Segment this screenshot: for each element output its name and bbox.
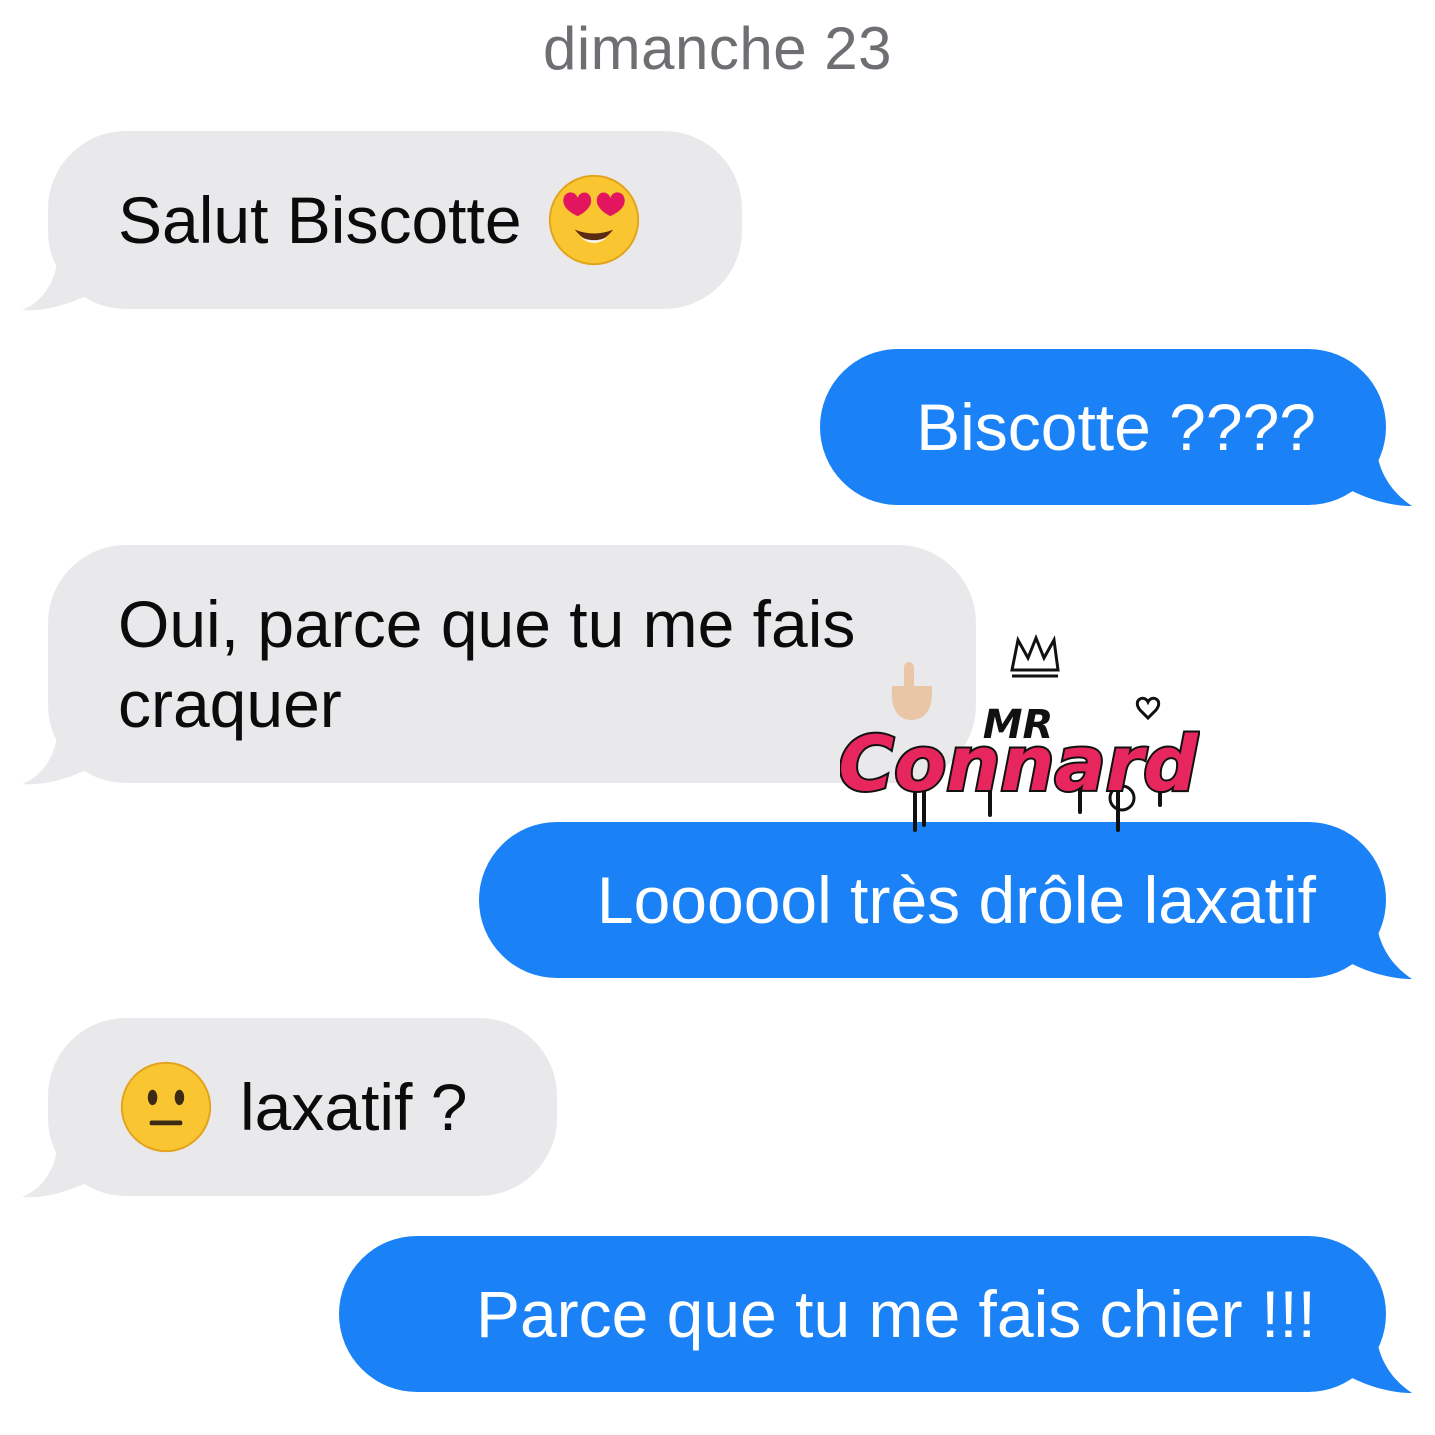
neutral-face-emoji-icon: [120, 1061, 212, 1153]
hand-icon: [891, 662, 932, 720]
watermark-logo: MR Connard: [840, 633, 1200, 832]
message-bubble-outgoing[interactable]: Biscotte ????: [820, 349, 1386, 505]
heart-icon: [1135, 696, 1161, 721]
message-bubble-incoming[interactable]: Oui, parce que tu me fais craquer: [48, 545, 976, 783]
crown-icon: [1010, 633, 1060, 678]
message-bubble-outgoing[interactable]: Parce que tu me fais chier !!!: [339, 1236, 1386, 1392]
message-text: laxatif ?: [240, 1070, 468, 1144]
message-text: Loooool très drôle laxatif: [596, 863, 1316, 937]
conversation-date: dimanche 23: [542, 15, 893, 82]
svg-text:Connard: Connard: [840, 719, 1199, 808]
message-bubble-outgoing[interactable]: Loooool très drôle laxatif: [479, 822, 1386, 978]
message-text: Parce que tu me fais chier !!!: [475, 1277, 1316, 1351]
heart-eyes-emoji-icon: [548, 174, 639, 266]
message-text: Biscotte ????: [916, 390, 1316, 464]
message-bubble-incoming[interactable]: Salut Biscotte: [48, 131, 742, 309]
message-text: Oui, parce que tu me fais craquer: [118, 587, 856, 741]
message-bubble-incoming[interactable]: laxatif ?: [48, 1018, 557, 1196]
message-text: Salut Biscotte: [118, 183, 522, 257]
